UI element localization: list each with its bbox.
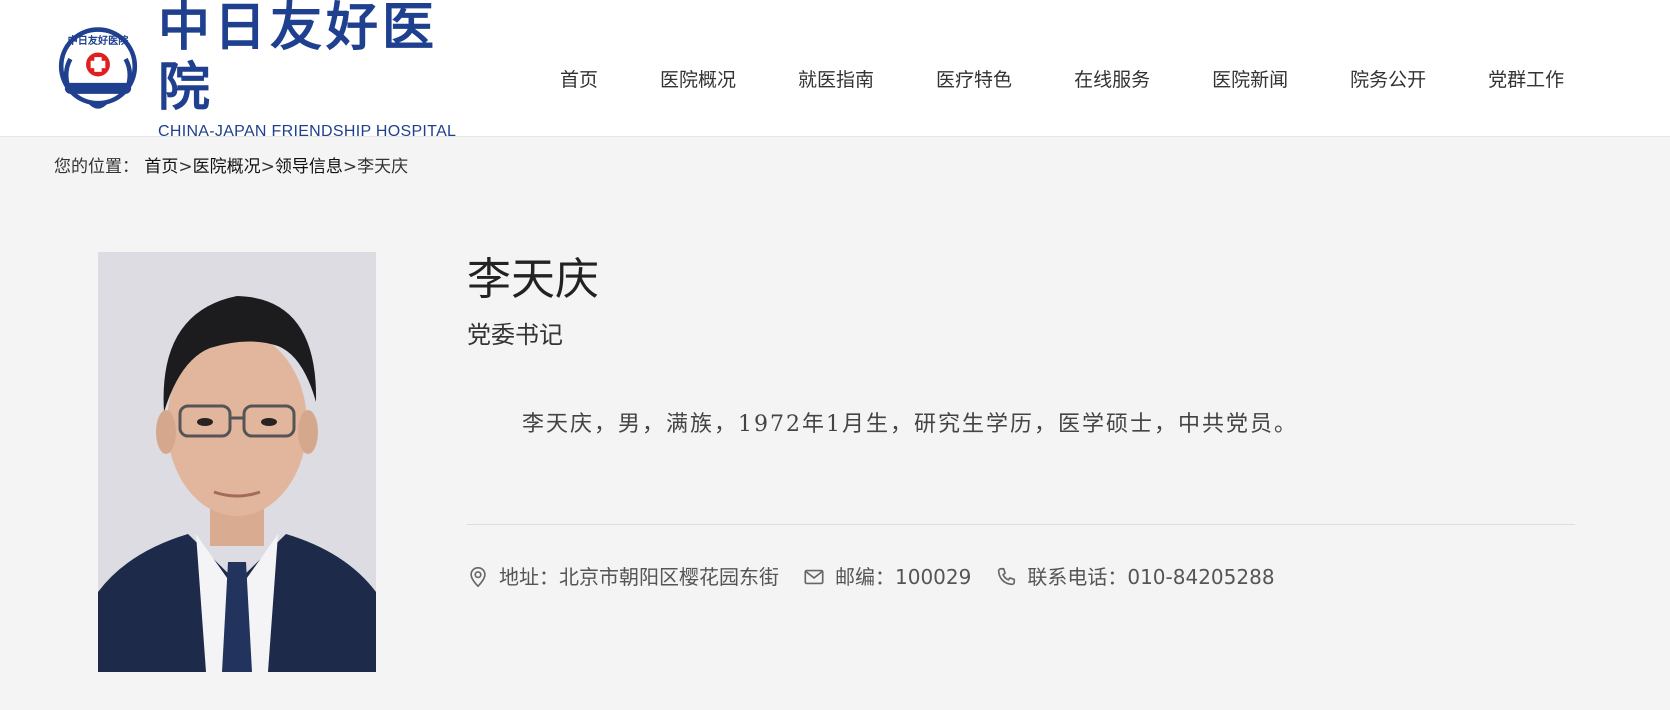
content-divider bbox=[467, 524, 1575, 525]
contact-phone: 联系电话：010-84205288 bbox=[995, 562, 1275, 592]
nav-item-online-service[interactable]: 在线服务 bbox=[1074, 62, 1150, 98]
postcode-text: 邮编：100029 bbox=[835, 565, 972, 589]
nav-item-affairs[interactable]: 院务公开 bbox=[1350, 62, 1426, 98]
breadcrumb-separator: > bbox=[260, 157, 275, 177]
nav-item-news[interactable]: 医院新闻 bbox=[1212, 62, 1288, 98]
breadcrumb-link-leaders[interactable]: 领导信息 bbox=[275, 157, 343, 177]
phone-text: 联系电话：010-84205288 bbox=[1027, 565, 1275, 589]
nav-item-features[interactable]: 医疗特色 bbox=[936, 62, 1012, 98]
hospital-emblem-icon: 中日友好医院 bbox=[58, 27, 138, 109]
contact-postcode: 邮编：100029 bbox=[803, 562, 971, 592]
breadcrumb-prefix: 您的位置： bbox=[54, 157, 139, 177]
nav-item-home[interactable]: 首页 bbox=[560, 62, 598, 98]
nav-item-guide[interactable]: 就医指南 bbox=[798, 62, 874, 98]
location-pin-icon bbox=[470, 567, 486, 588]
site-header: 中日友好医院 中日友好医院 CHINA-JAPAN FRIENDSHIP HOS… bbox=[0, 0, 1670, 140]
portrait-image bbox=[98, 252, 376, 672]
person-name: 李天庆 bbox=[467, 254, 599, 305]
logo-english-name: CHINA-JAPAN FRIENDSHIP HOSPITAL bbox=[158, 123, 457, 140]
profile-photo bbox=[98, 252, 376, 672]
main-nav: 首页 医院概况 就医指南 医疗特色 在线服务 医院新闻 院务公开 党群工作 bbox=[560, 62, 1564, 98]
breadcrumb-link-home[interactable]: 首页 bbox=[144, 157, 178, 177]
logo-chinese-name: 中日友好医院 bbox=[158, 0, 439, 118]
nav-item-party-work[interactable]: 党群工作 bbox=[1488, 62, 1564, 98]
person-bio: 李天庆，男，满族，1972年1月生，研究生学历，医学硕士，中共党员。 bbox=[522, 412, 1298, 437]
address-text: 地址：北京市朝阳区樱花园东街 bbox=[499, 565, 779, 589]
breadcrumb-separator: > bbox=[178, 157, 193, 177]
breadcrumb-separator: > bbox=[342, 157, 358, 177]
emblem-text: 中日友好医院 bbox=[68, 34, 129, 47]
phone-icon bbox=[998, 567, 1016, 586]
person-title: 党委书记 bbox=[467, 321, 563, 349]
contact-info: 地址：北京市朝阳区樱花园东街 邮编：100029 联系电话：010-842052… bbox=[467, 562, 1275, 592]
contact-address: 地址：北京市朝阳区樱花园东街 bbox=[467, 562, 779, 592]
breadcrumb-current: 李天庆 bbox=[357, 157, 409, 177]
hospital-logo[interactable]: 中日友好医院 中日友好医院 CHINA-JAPAN FRIENDSHIP HOS… bbox=[52, 0, 462, 140]
mail-icon bbox=[804, 569, 824, 585]
nav-item-overview[interactable]: 医院概况 bbox=[660, 62, 736, 98]
breadcrumb: 您的位置： 首页>医院概况>领导信息>李天庆 bbox=[54, 155, 408, 179]
breadcrumb-link-overview[interactable]: 医院概况 bbox=[193, 157, 261, 177]
logo-text: 中日友好医院 CHINA-JAPAN FRIENDSHIP HOSPITAL bbox=[158, 0, 462, 142]
profile-info: 李天庆 党委书记 李天庆，男，满族，1972年1月生，研究生学历，医学硕士，中共… bbox=[467, 250, 1575, 442]
